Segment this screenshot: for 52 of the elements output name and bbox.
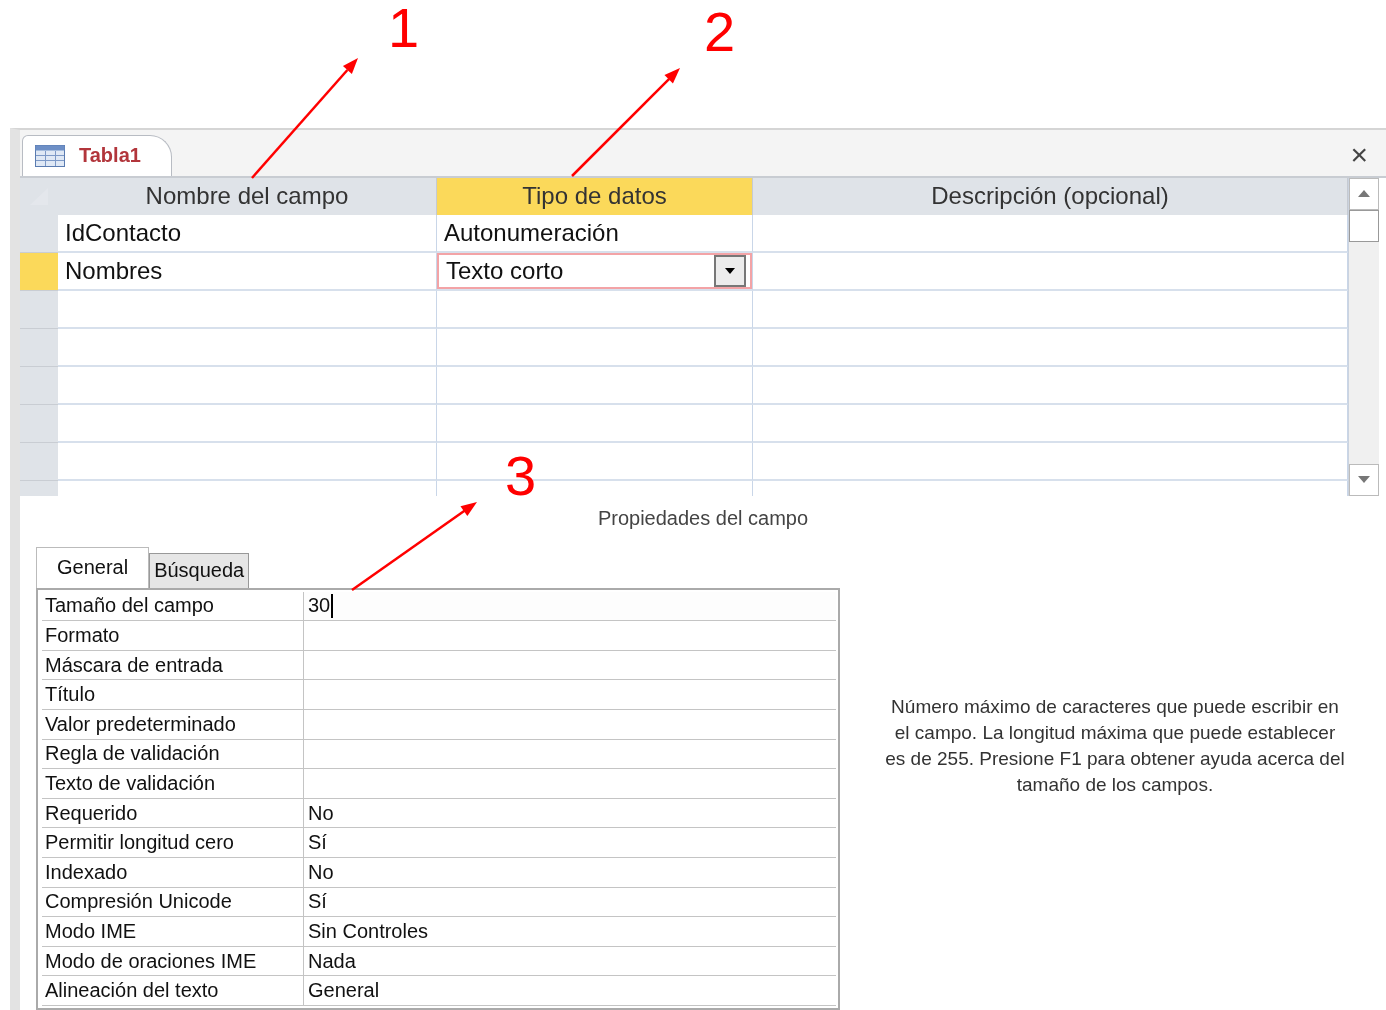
- property-label: Requerido: [42, 798, 304, 829]
- row-selector[interactable]: [20, 442, 58, 481]
- row-selector[interactable]: [20, 404, 58, 443]
- help-text: Número máximo de caracteres que puede escribir en el campo. La longitud máxima que puede establecer es de 255. Presione F1 para obtener ayuda acerca del tamaño de los campos.: [885, 694, 1345, 797]
- property-label: Título: [42, 680, 304, 711]
- table-icon: [35, 144, 65, 167]
- table-cell: Autonumeración: [437, 214, 753, 253]
- property-value-field[interactable]: No: [304, 798, 836, 829]
- row-selector[interactable]: [20, 290, 58, 329]
- property-value-field[interactable]: 30: [304, 591, 836, 622]
- property-label: Tamaño del campo: [42, 591, 304, 622]
- scroll-down-icon[interactable]: [1358, 476, 1370, 484]
- row-selector[interactable]: [20, 252, 58, 291]
- row-selector[interactable]: [20, 366, 58, 405]
- property-label: Regla de validación: [42, 739, 304, 770]
- property-value-field[interactable]: Nada: [304, 946, 836, 977]
- close-icon[interactable]: ×: [1350, 139, 1368, 170]
- table-cell: Nombres: [58, 252, 437, 291]
- annotation-number: 1: [388, 0, 420, 56]
- section-title: Propiedades del campo: [597, 507, 809, 531]
- property-value-field[interactable]: General: [304, 976, 836, 1006]
- vertical-scrollbar[interactable]: [1348, 177, 1379, 496]
- property-value-field[interactable]: Sí: [304, 828, 836, 859]
- column-header[interactable]: Tipo de datos: [437, 177, 753, 215]
- property-label: Valor predeterminado: [42, 710, 304, 740]
- property-value-field[interactable]: Sí: [304, 887, 836, 918]
- property-tab[interactable]: Búsqueda: [149, 552, 250, 588]
- property-label: Permitir longitud cero: [42, 828, 304, 859]
- property-label: Indexado: [42, 858, 304, 888]
- row-selector[interactable]: [20, 328, 58, 367]
- property-tab[interactable]: General: [36, 546, 150, 588]
- property-label: Formato: [42, 621, 304, 651]
- column-header[interactable]: Nombre del campo: [58, 177, 437, 215]
- document-tab[interactable]: Tabla1: [22, 134, 172, 176]
- property-label: Compresión Unicode: [42, 887, 304, 918]
- scroll-thumb[interactable]: [1349, 209, 1379, 242]
- annotation-number: 3: [505, 448, 537, 504]
- column-header[interactable]: Descripción (opcional): [753, 177, 1348, 215]
- property-label: Alineación del texto: [42, 976, 304, 1006]
- property-label: Modo IME: [42, 917, 304, 947]
- table-cell: IdContacto: [58, 214, 437, 253]
- property-label: Máscara de entrada: [42, 650, 304, 681]
- annotation-number: 2: [704, 4, 736, 60]
- property-label: Texto de validación: [42, 769, 304, 799]
- data-type-dropdown[interactable]: Texto corto: [437, 252, 752, 289]
- caret-icon: [725, 267, 735, 274]
- scroll-up-icon[interactable]: [1358, 190, 1370, 198]
- row-selector[interactable]: [20, 214, 58, 253]
- property-value-field[interactable]: No: [304, 858, 836, 888]
- dropdown-button[interactable]: [714, 254, 746, 287]
- property-value-field[interactable]: Sin Controles: [304, 917, 836, 947]
- property-label: Modo de oraciones IME: [42, 946, 304, 977]
